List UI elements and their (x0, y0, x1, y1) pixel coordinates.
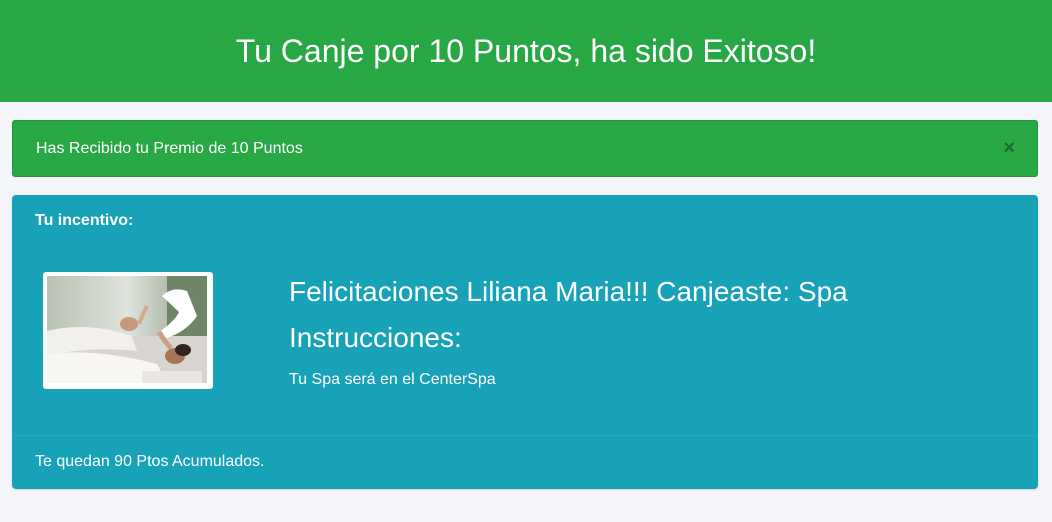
panel-divider (12, 435, 1038, 436)
incentive-panel: Tu incentivo: Felicitaciones Liliana Mar… (12, 195, 1038, 489)
spa-image (43, 272, 213, 389)
page-title: Tu Canje por 10 Puntos, ha sido Exitoso! (235, 32, 817, 69)
remaining-points: Te quedan 90 Ptos Acumulados. (35, 453, 265, 470)
page-header: Tu Canje por 10 Puntos, ha sido Exitoso! (0, 0, 1052, 102)
success-alert: Has Recibido tu Premio de 10 Puntos × (12, 120, 1038, 177)
spa-photo-icon (47, 276, 207, 383)
incentive-heading: Tu incentivo: (35, 212, 134, 229)
instructions-title: Instrucciones: (289, 322, 462, 353)
close-icon[interactable]: × (1003, 138, 1015, 158)
alert-message: Has Recibido tu Premio de 10 Puntos (36, 139, 303, 157)
instructions-text: Tu Spa será en el CenterSpa (289, 371, 496, 388)
congratulations-message: Felicitaciones Liliana Maria!!! Canjeast… (289, 276, 848, 307)
